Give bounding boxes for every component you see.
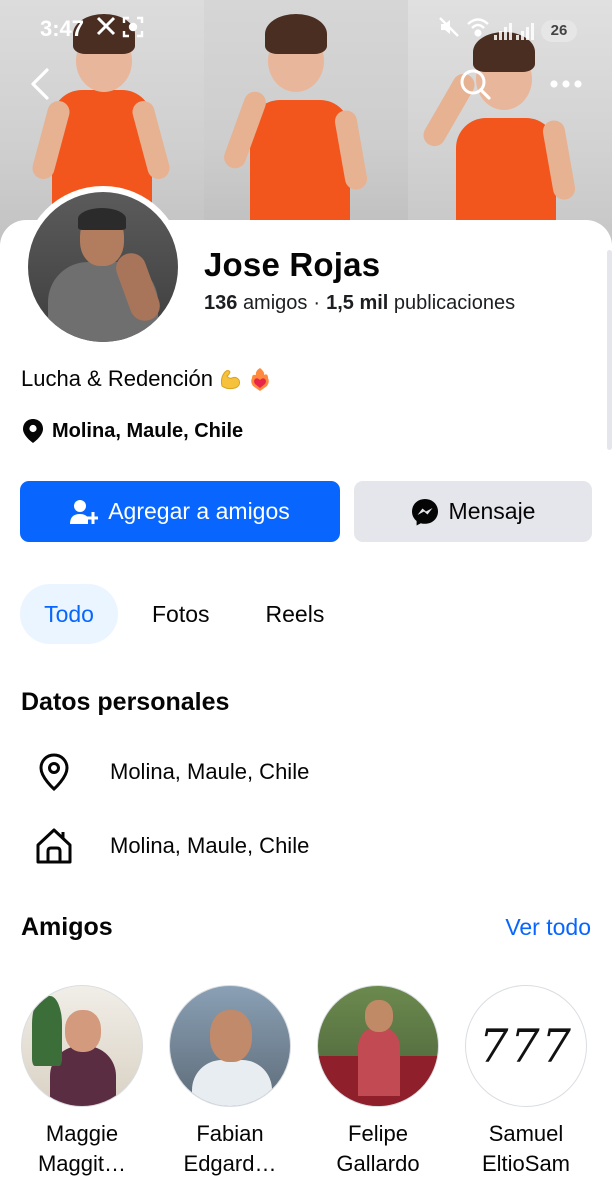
- friend-item[interactable]: Maggie Maggit…: [20, 985, 144, 1179]
- friend-name: Felipe Gallardo: [336, 1119, 419, 1179]
- signal-strength-icon: [516, 22, 534, 40]
- friend-name-line2: Maggit…: [37, 1151, 127, 1176]
- detail-home-text: Molina, Maule, Chile: [110, 833, 310, 858]
- friend-avatar: [21, 985, 143, 1107]
- friend-figure-head: [65, 1010, 101, 1052]
- friend-name: Maggie Maggit…: [38, 1119, 126, 1179]
- scrollbar[interactable]: [607, 250, 612, 450]
- add-friend-button[interactable]: Agregar a amigos: [20, 481, 340, 542]
- friend-item[interactable]: Felipe Gallardo: [316, 985, 440, 1179]
- search-icon: [460, 69, 491, 100]
- friend-avatar: [317, 985, 439, 1107]
- personal-details-title: Datos personales: [21, 688, 230, 716]
- signal-strength-icon: [494, 22, 512, 40]
- friend-name-line2: EltioSam: [481, 1151, 571, 1176]
- status-time: 3:47: [40, 16, 85, 41]
- friends-label[interactable]: amigos: [243, 292, 307, 314]
- back-arrow-icon: [31, 68, 49, 100]
- home-icon: [34, 826, 74, 866]
- friend-name-line1: Fabian: [196, 1121, 264, 1146]
- friend-name-line2: Gallardo: [336, 1151, 420, 1176]
- avatar-photo: [28, 192, 178, 342]
- profile-avatar[interactable]: [22, 186, 184, 348]
- detail-row-location: Molina, Maule, Chile: [34, 752, 309, 792]
- profile-location: Molina, Maule, Chile: [22, 418, 243, 444]
- friend-name-line1: Maggie: [45, 1121, 119, 1146]
- messenger-icon: [411, 498, 438, 525]
- tab-fotos[interactable]: Fotos: [130, 584, 232, 644]
- friend-figure-head: [210, 1010, 252, 1062]
- friend-figure-tree: [32, 996, 62, 1066]
- message-button[interactable]: Mensaje: [354, 481, 592, 542]
- stats-separator: ·: [313, 292, 321, 314]
- add-friend-icon: [70, 499, 99, 524]
- detail-row-home: Molina, Maule, Chile: [34, 826, 309, 866]
- profile-tabs: Todo Fotos Reels: [20, 584, 346, 644]
- friend-figure-head: [365, 1000, 393, 1032]
- avatar-figure-cap: [78, 208, 126, 230]
- see-all-friends-link[interactable]: Ver todo: [505, 914, 591, 941]
- friends-list: Maggie Maggit… Fabian Edgard… Felipe Gal…: [20, 985, 588, 1179]
- friend-item[interactable]: 777 Samuel EltioSam: [464, 985, 588, 1179]
- friend-avatar: [169, 985, 291, 1107]
- search-button[interactable]: [453, 62, 497, 106]
- back-button[interactable]: [18, 62, 62, 106]
- friend-item[interactable]: Fabian Edgard…: [168, 985, 292, 1179]
- location-pin-icon: [23, 419, 43, 443]
- x-app-icon: [96, 16, 116, 42]
- friend-avatar: 777: [465, 985, 587, 1107]
- wifi-icon: [466, 16, 490, 44]
- posts-label: publicaciones: [393, 292, 516, 314]
- more-options-button[interactable]: [544, 62, 588, 106]
- tab-todo[interactable]: Todo: [20, 584, 118, 644]
- add-friend-label: Agregar a amigos: [108, 498, 290, 524]
- friend-name-line1: Samuel: [488, 1121, 564, 1146]
- mute-icon: [438, 16, 460, 44]
- friend-avatar-text: 777: [479, 1019, 573, 1073]
- bio-text: Lucha & Redención: [21, 366, 214, 391]
- friend-name: Fabian Edgard…: [184, 1119, 277, 1179]
- detail-location-text: Molina, Maule, Chile: [110, 759, 310, 784]
- profile-name: Jose Rojas: [204, 246, 381, 283]
- status-bar: 3:47 26: [0, 0, 612, 60]
- profile-bio: Lucha & Redención: [21, 366, 273, 392]
- friend-figure-body: [358, 1026, 400, 1096]
- more-dots-icon: [550, 80, 582, 88]
- friend-name-line1: Felipe: [348, 1121, 408, 1146]
- flexed-biceps-emoji-icon: [220, 370, 241, 390]
- friend-name: Samuel EltioSam: [482, 1119, 570, 1179]
- screenshot-icon: [122, 16, 144, 44]
- battery-indicator: 26: [541, 20, 577, 42]
- message-label: Mensaje: [448, 498, 536, 524]
- friend-figure-body: [192, 1060, 272, 1106]
- posts-count: 1,5 mil: [326, 292, 389, 314]
- friend-name-line2: Edgard…: [183, 1151, 277, 1176]
- heart-on-fire-emoji-icon: [251, 368, 269, 391]
- location-pin-icon: [34, 752, 74, 792]
- friends-section-title: Amigos: [21, 913, 113, 941]
- tab-reels[interactable]: Reels: [244, 584, 347, 644]
- profile-stats: 136 amigos · 1,5 mil publicaciones: [204, 292, 515, 315]
- friends-count[interactable]: 136: [204, 292, 237, 314]
- location-text: Molina, Maule, Chile: [52, 419, 244, 442]
